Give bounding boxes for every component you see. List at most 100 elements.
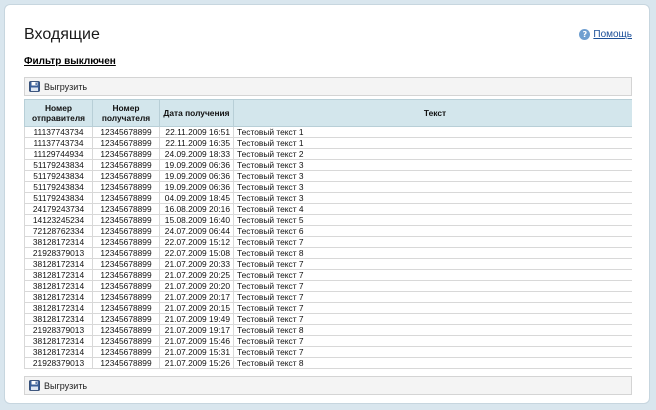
column-header-date[interactable]: Дата получения xyxy=(159,99,234,127)
recipient-cell: 12345678899 xyxy=(92,159,160,171)
sender-cell: 38128172314 xyxy=(24,236,93,248)
text-cell: Тестовый текст 8 xyxy=(233,324,632,336)
text-cell: Тестовый текст 1 xyxy=(233,126,632,138)
recipient-cell: 12345678899 xyxy=(92,137,160,149)
text-cell: Тестовый текст 7 xyxy=(233,302,632,314)
table-row[interactable]: 14123245234 12345678899 15.08.2009 16:40 Те… xyxy=(24,214,632,226)
sender-cell: 38128172314 xyxy=(24,291,93,303)
floppy-disk-icon xyxy=(29,81,40,92)
text-cell: Тестовый текст 7 xyxy=(233,291,632,303)
help-link-container[interactable]: ? Помощь xyxy=(579,29,632,40)
table-row[interactable]: 21928379013 12345678899 21.07.2009 19:17 Те… xyxy=(24,324,632,336)
table-row[interactable]: 38128172314 12345678899 21.07.2009 15:46 Те… xyxy=(24,335,632,347)
date-cell: 21.07.2009 15:26 xyxy=(159,357,234,369)
date-cell: 21.07.2009 15:46 xyxy=(159,335,234,347)
text-cell: Тестовый текст 8 xyxy=(233,247,632,259)
text-cell: Тестовый текст 7 xyxy=(233,236,632,248)
floppy-disk-icon xyxy=(29,380,40,391)
column-header-sender[interactable]: Номер отправителя xyxy=(24,99,93,127)
recipient-cell: 12345678899 xyxy=(92,302,160,314)
recipient-cell: 12345678899 xyxy=(92,269,160,281)
recipient-cell: 12345678899 xyxy=(92,170,160,182)
text-cell: Тестовый текст 7 xyxy=(233,346,632,358)
sender-cell: 24179243734 xyxy=(24,203,93,215)
sender-cell: 14123245234 xyxy=(24,214,93,226)
table-row[interactable]: 24179243734 12345678899 16.08.2009 20:16 Те… xyxy=(24,203,632,215)
table-row[interactable]: 21928379013 12345678899 21.07.2009 15:26 Те… xyxy=(24,357,632,369)
table-row[interactable]: 21928379013 12345678899 22.07.2009 15:08 Те… xyxy=(24,247,632,259)
recipient-cell: 12345678899 xyxy=(92,258,160,270)
table-row[interactable]: 51179243834 12345678899 19.09.2009 06:36 Те… xyxy=(24,159,632,171)
sender-cell: 38128172314 xyxy=(24,269,93,281)
filter-toggle-link[interactable]: Фильтр выключен xyxy=(24,56,116,67)
text-cell: Тестовый текст 4 xyxy=(233,203,632,215)
date-cell: 21.07.2009 19:49 xyxy=(159,313,234,325)
sender-cell: 38128172314 xyxy=(24,302,93,314)
sender-cell: 51179243834 xyxy=(24,192,93,204)
text-cell: Тестовый текст 7 xyxy=(233,258,632,270)
text-cell: Тестовый текст 7 xyxy=(233,313,632,325)
sender-cell: 21928379013 xyxy=(24,247,93,259)
table-row[interactable]: 72128762334 12345678899 24.07.2009 06:44 Те… xyxy=(24,225,632,237)
recipient-cell: 12345678899 xyxy=(92,357,160,369)
date-cell: 19.09.2009 06:36 xyxy=(159,170,234,182)
export-label: Выгрузить xyxy=(44,81,88,92)
text-cell: Тестовый текст 7 xyxy=(233,280,632,292)
table-row[interactable]: 51179243834 12345678899 19.09.2009 06:36 Те… xyxy=(24,181,632,193)
sender-cell: 21928379013 xyxy=(24,324,93,336)
toolbar-bottom: Выгрузить xyxy=(24,376,632,395)
table-row[interactable]: 51179243834 12345678899 19.09.2009 06:36 Те… xyxy=(24,170,632,182)
column-header-recipient[interactable]: Номер получателя xyxy=(92,99,160,127)
table-row[interactable]: 38128172314 12345678899 21.07.2009 19:49 Те… xyxy=(24,313,632,325)
date-cell: 21.07.2009 20:17 xyxy=(159,291,234,303)
text-cell: Тестовый текст 6 xyxy=(233,225,632,237)
table-row[interactable]: 38128172314 12345678899 21.07.2009 20:15 Те… xyxy=(24,302,632,314)
table-row[interactable]: 38128172314 12345678899 21.07.2009 20:33 Те… xyxy=(24,258,632,270)
toolbar-top: Выгрузить xyxy=(24,77,632,96)
date-cell: 19.09.2009 06:36 xyxy=(159,159,234,171)
table-row[interactable]: 11137743734 12345678899 22.11.2009 16:51 Те… xyxy=(24,126,632,138)
text-cell: Тестовый текст 7 xyxy=(233,269,632,281)
sender-cell: 11137743734 xyxy=(24,126,93,138)
recipient-cell: 12345678899 xyxy=(92,335,160,347)
table-row[interactable]: 38128172314 12345678899 22.07.2009 15:12 Те… xyxy=(24,236,632,248)
table-row[interactable]: 38128172314 12345678899 21.07.2009 20:17 Те… xyxy=(24,291,632,303)
recipient-cell: 12345678899 xyxy=(92,148,160,160)
table-row[interactable]: 38128172314 12345678899 21.07.2009 20:20 Те… xyxy=(24,280,632,292)
sender-cell: 21928379013 xyxy=(24,357,93,369)
table-row[interactable]: 11129744934 12345678899 24.09.2009 18:33 Те… xyxy=(24,148,632,160)
sender-cell: 51179243834 xyxy=(24,181,93,193)
date-cell: 22.11.2009 16:51 xyxy=(159,126,234,138)
sender-cell: 38128172314 xyxy=(24,258,93,270)
export-label: Выгрузить xyxy=(44,380,88,391)
export-button-bottom[interactable]: Выгрузить xyxy=(29,380,87,391)
table-row[interactable]: 38128172314 12345678899 21.07.2009 20:25 Те… xyxy=(24,269,632,281)
date-cell: 21.07.2009 20:25 xyxy=(159,269,234,281)
recipient-cell: 12345678899 xyxy=(92,313,160,325)
text-cell: Тестовый текст 3 xyxy=(233,159,632,171)
date-cell: 21.07.2009 15:31 xyxy=(159,346,234,358)
table-row[interactable]: 38128172314 12345678899 21.07.2009 15:31 Те… xyxy=(24,346,632,358)
page-title: Входящие xyxy=(24,26,100,43)
messages-table: Номер отправителя Номер получателя Дата … xyxy=(24,99,632,369)
help-icon[interactable]: ? xyxy=(579,29,591,40)
text-cell: Тестовый текст 8 xyxy=(233,357,632,369)
date-cell: 22.07.2009 15:12 xyxy=(159,236,234,248)
column-header-text[interactable]: Текст xyxy=(233,99,632,127)
date-cell: 16.08.2009 20:16 xyxy=(159,203,234,215)
text-cell: Тестовый текст 3 xyxy=(233,181,632,193)
sender-cell: 38128172314 xyxy=(24,335,93,347)
help-link[interactable]: Помощь xyxy=(593,29,632,40)
text-cell: Тестовый текст 3 xyxy=(233,192,632,204)
date-cell: 19.09.2009 06:36 xyxy=(159,181,234,193)
date-cell: 22.11.2009 16:35 xyxy=(159,137,234,149)
export-button-top[interactable]: Выгрузить xyxy=(29,81,87,92)
recipient-cell: 12345678899 xyxy=(92,214,160,226)
date-cell: 24.07.2009 06:44 xyxy=(159,225,234,237)
table-row[interactable]: 51179243834 12345678899 04.09.2009 18:45 Те… xyxy=(24,192,632,204)
table-body: 11137743734 12345678899 22.11.2009 16:51 Те… xyxy=(24,126,632,369)
table-row[interactable]: 11137743734 12345678899 22.11.2009 16:35 Те… xyxy=(24,137,632,149)
sender-cell: 51179243834 xyxy=(24,170,93,182)
sender-cell: 72128762334 xyxy=(24,225,93,237)
recipient-cell: 12345678899 xyxy=(92,236,160,248)
